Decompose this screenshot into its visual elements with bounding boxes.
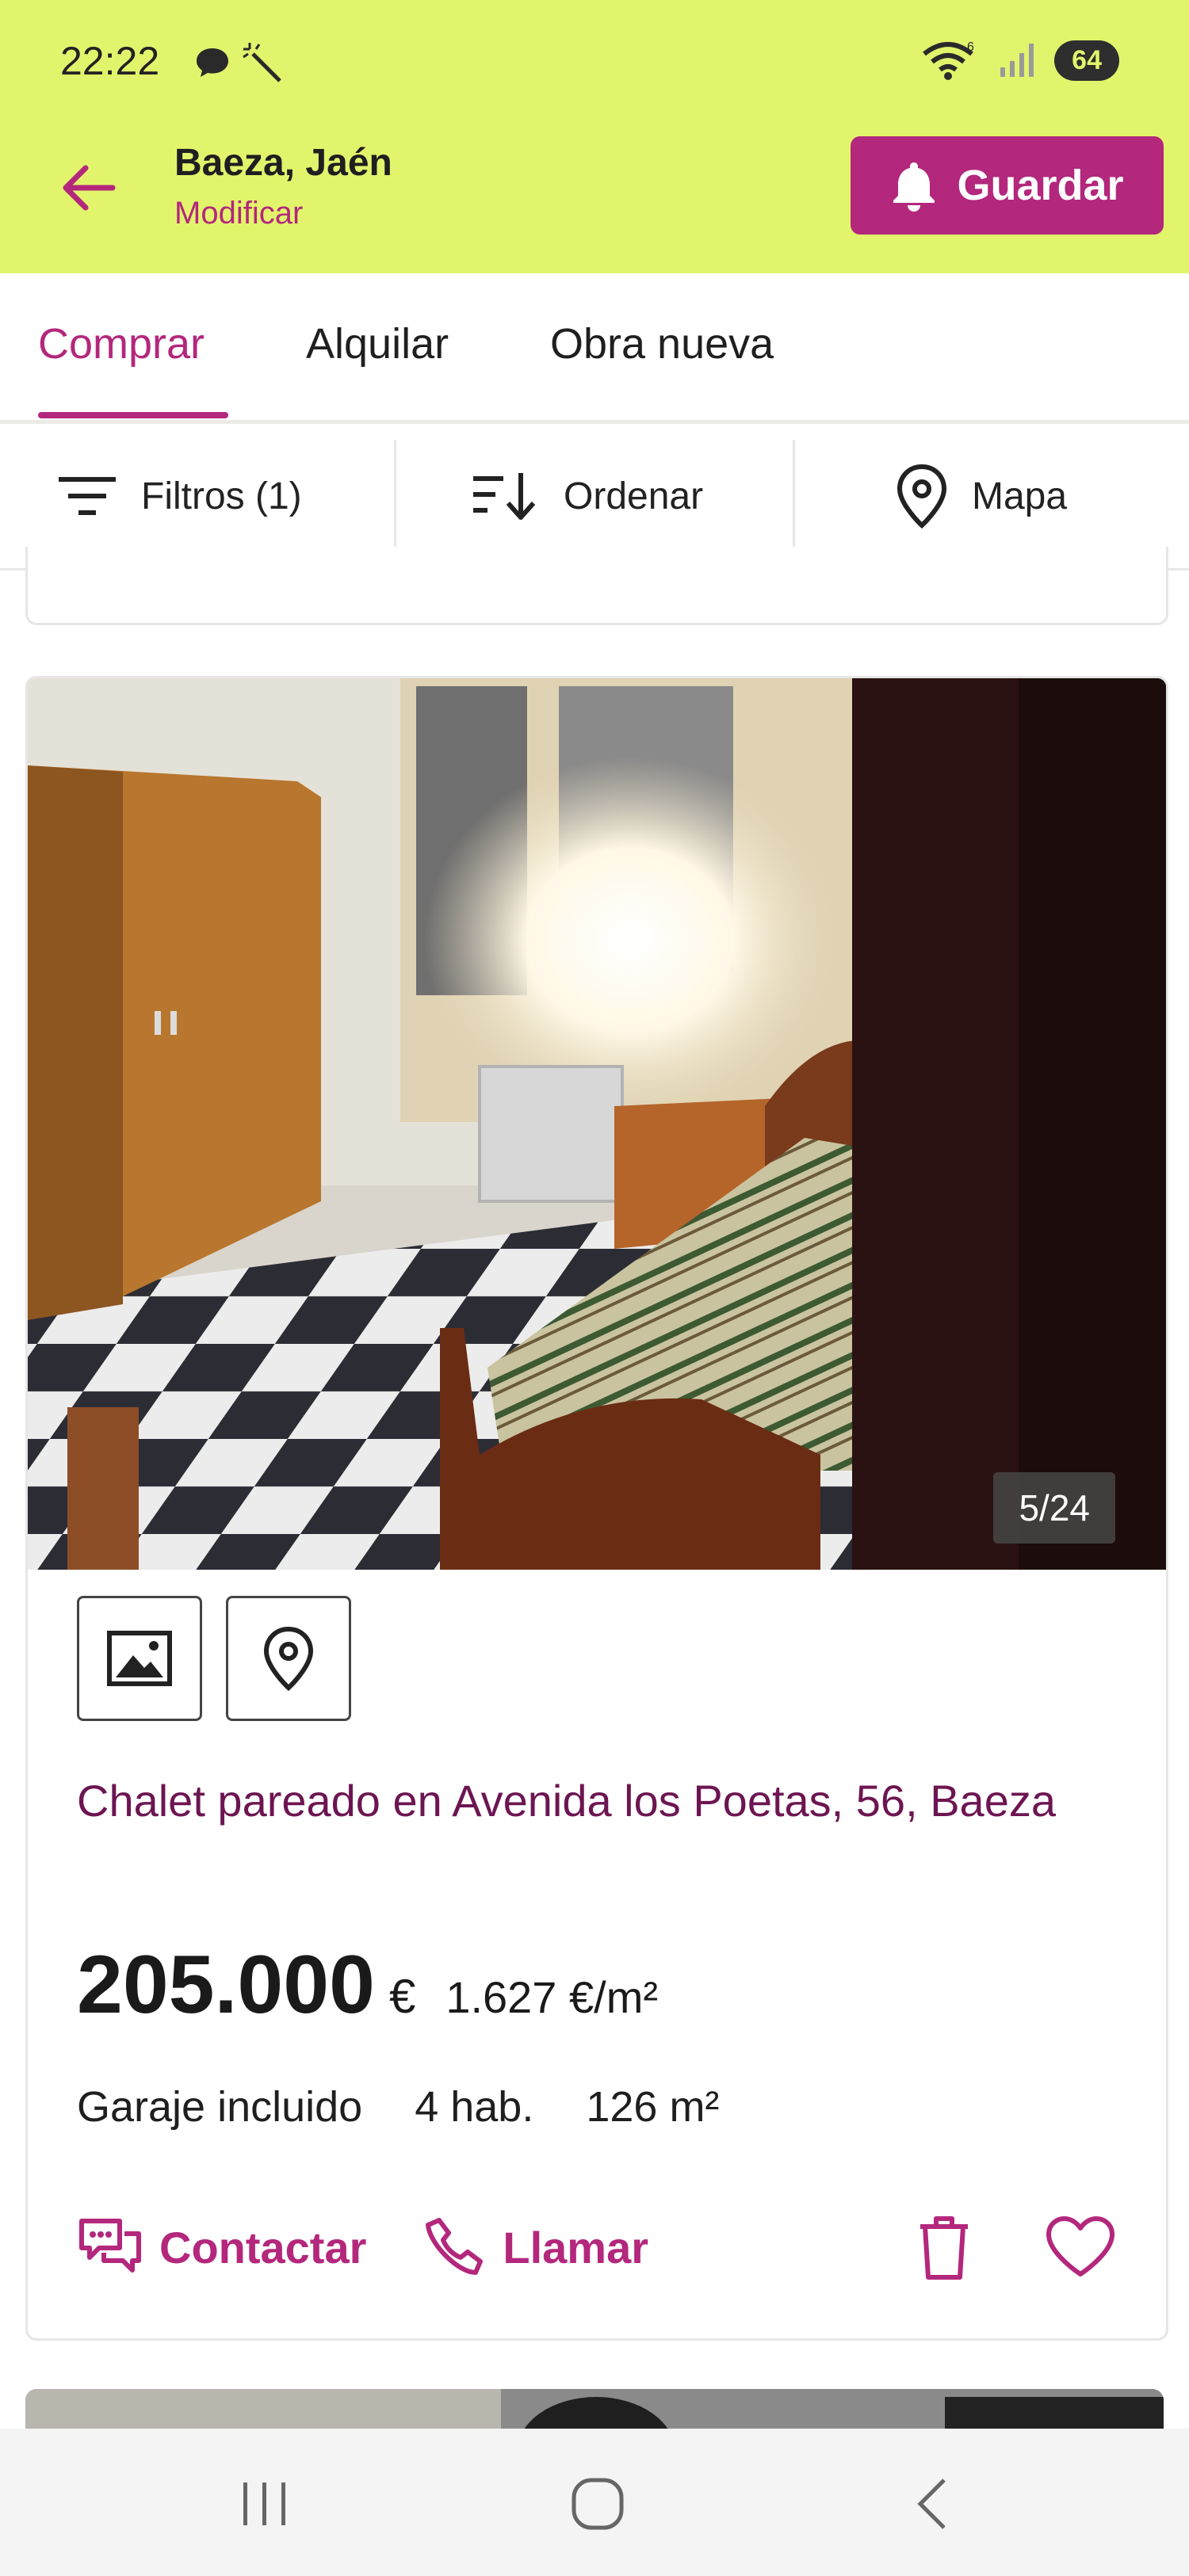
recent-apps-button[interactable] (225, 2468, 304, 2540)
listing-actions: Contactar Llamar (77, 2215, 648, 2279)
price-currency: € (388, 1970, 416, 2023)
save-search-button[interactable]: Guardar (851, 136, 1164, 235)
home-button[interactable] (558, 2468, 637, 2540)
location-icon (263, 1626, 314, 1691)
call-label: Llamar (503, 2222, 649, 2273)
svg-text:6: 6 (967, 40, 974, 54)
back-button[interactable] (55, 155, 122, 221)
battery-indicator: 64 (1054, 40, 1119, 81)
listing-price: 205.000 (77, 1939, 375, 2031)
map-pin-icon (897, 464, 947, 529)
system-navigation-bar (0, 2429, 1189, 2576)
price-per-m2: 1.627 €/m² (445, 1972, 659, 2022)
tab-obra-nueva[interactable]: Obra nueva (550, 319, 774, 368)
feature-area: 126 m² (586, 2083, 720, 2131)
wifi-icon: 6 (923, 40, 974, 80)
trash-icon (920, 2216, 968, 2280)
active-tab-indicator (38, 412, 228, 418)
operation-tabs: Comprar Alquilar Obra nueva (0, 273, 1189, 424)
contact-label: Contactar (159, 2222, 367, 2273)
location-button[interactable] (226, 1596, 351, 1721)
bell-icon (893, 162, 935, 212)
chat-icon (79, 2219, 141, 2273)
discard-button[interactable] (914, 2214, 974, 2286)
gallery-button[interactable] (77, 1596, 202, 1721)
sort-label: Ordenar (564, 475, 704, 517)
map-label: Mapa (972, 475, 1068, 517)
favorite-button[interactable] (1044, 2214, 1117, 2283)
tab-alquilar[interactable]: Alquilar (306, 319, 449, 368)
sort-icon (473, 473, 536, 520)
listing-card[interactable]: 5/24 Chalet pareado en Avenida los Poeta… (25, 676, 1168, 2341)
signal-icon (1000, 44, 1034, 77)
listing-photo[interactable] (28, 678, 1166, 1570)
price-row: 205.000 € 1.627 €/m² (77, 1938, 658, 2032)
previous-listing-card[interactable] (25, 547, 1168, 625)
magic-wand-icon (243, 43, 281, 82)
divider (793, 440, 795, 551)
feature-garage: Garaje incluido (77, 2083, 363, 2131)
heart-icon (1046, 2216, 1114, 2276)
phone-icon (426, 2218, 484, 2275)
modify-link[interactable]: Modificar (174, 196, 303, 231)
system-back-button[interactable] (893, 2468, 972, 2540)
home-icon (572, 2478, 624, 2530)
status-time: 22:22 (60, 39, 160, 83)
status-system-icons: 6 64 (921, 40, 1119, 81)
chat-bubble-icon (197, 48, 228, 77)
gallery-icon (107, 1631, 172, 1686)
chevron-left-icon (917, 2479, 946, 2529)
listing-title[interactable]: Chalet pareado en Avenida los Poetas, 56… (77, 1764, 1107, 1838)
listing-features: Garaje incluido 4 hab. 126 m² (77, 2082, 719, 2131)
location-title: Baeza, Jaén (174, 142, 392, 184)
call-button[interactable]: Llamar (423, 2215, 648, 2279)
recent-apps-icon (243, 2483, 285, 2525)
filter-icon (59, 477, 116, 515)
divider (394, 440, 396, 551)
photo-counter: 5/24 (993, 1472, 1115, 1544)
feature-rooms: 4 hab. (415, 2083, 534, 2131)
contact-button[interactable]: Contactar (77, 2216, 366, 2278)
status-notification-icons (194, 41, 285, 84)
save-label: Guardar (957, 162, 1124, 209)
tab-comprar[interactable]: Comprar (38, 319, 205, 368)
app-header: 22:22 6 64 Baeza, Jaén Modificar Guardar (0, 0, 1189, 273)
filters-label: Filtros (1) (141, 475, 302, 517)
back-arrow-icon (63, 165, 116, 211)
